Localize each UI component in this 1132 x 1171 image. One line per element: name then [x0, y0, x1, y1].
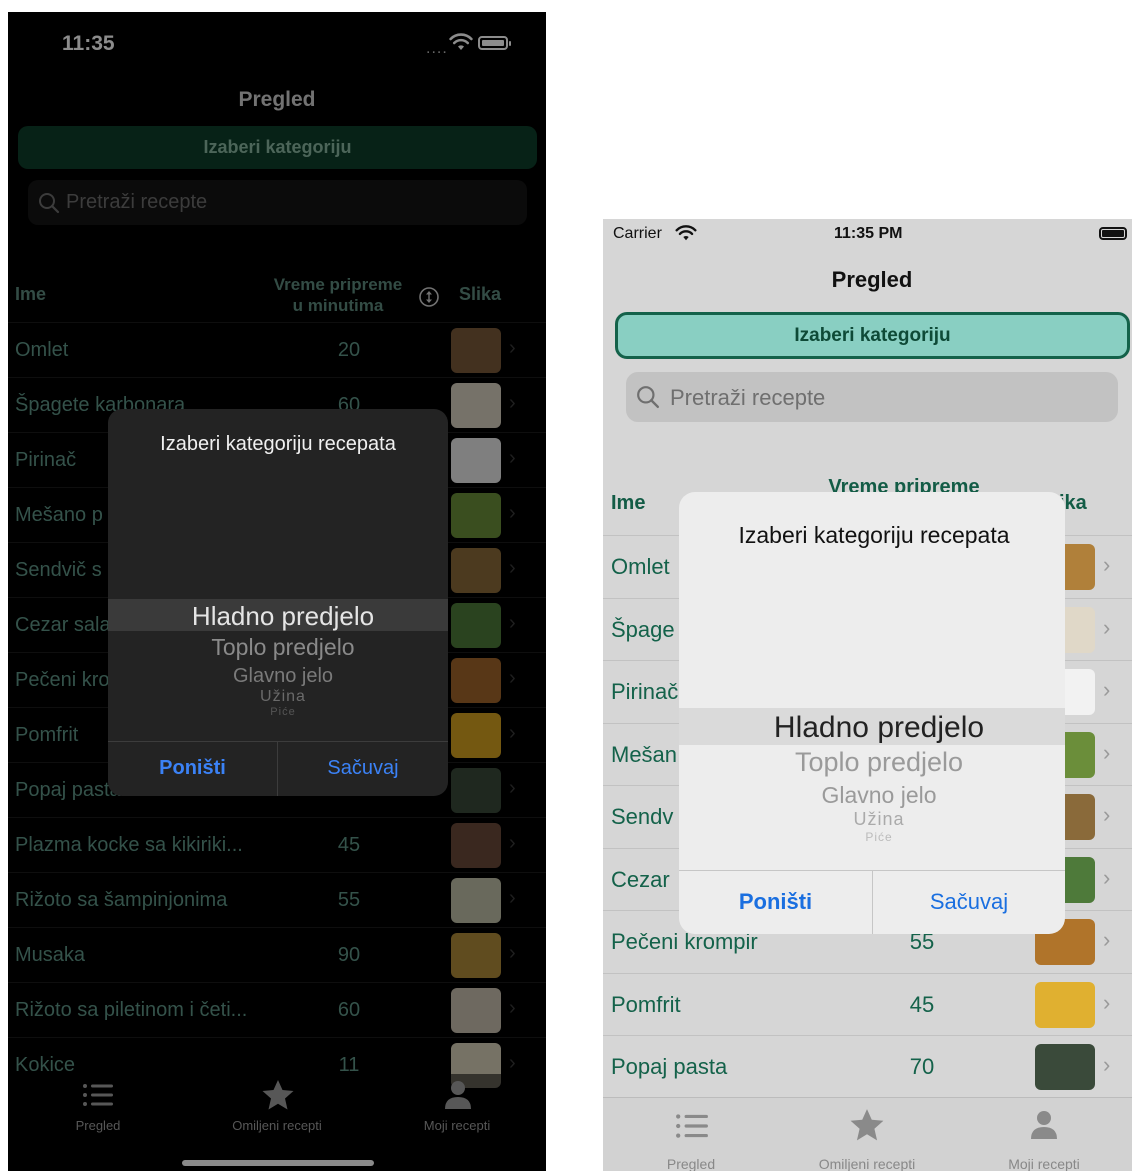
tab-label: Pregled: [666, 1156, 716, 1171]
recipe-minutes: 70: [909, 1054, 935, 1079]
recipe-name: Pirinač: [611, 679, 679, 704]
category-picker-alert: Izaberi kategoriju recepata Hladno predj…: [108, 409, 448, 796]
star-icon: [849, 1108, 885, 1142]
recipe-name: Pomfrit: [611, 991, 681, 1017]
search-bar[interactable]: Pretraži recepte: [626, 372, 1118, 422]
alert-title: Izaberi kategoriju recepata: [738, 522, 1010, 548]
cancel-button[interactable]: Poništi: [679, 870, 872, 934]
chevron-right-icon: ›: [1103, 1052, 1111, 1077]
status-time: 11:35 PM: [834, 225, 903, 242]
chevron-right-icon: ›: [1103, 739, 1111, 765]
person-icon: [444, 1080, 472, 1110]
tab-label: Omiljeni recepti: [818, 1156, 916, 1171]
cancel-button[interactable]: Poništi: [108, 741, 277, 796]
recipe-thumbnail: [1035, 981, 1095, 1028]
tab-label: Moji recepti: [1008, 1156, 1080, 1171]
search-icon: [636, 385, 660, 409]
tab-bar: Pregled Omiljeni recepti Moji recepti: [8, 1074, 546, 1171]
recipe-thumbnail: [1035, 1044, 1095, 1090]
recipe-minutes: 45: [909, 991, 935, 1017]
picker-option[interactable]: Piće: [108, 706, 448, 718]
tab-bar: Pregled Omiljeni recepti Moji recepti: [603, 1097, 1132, 1171]
tab-label: Pregled: [75, 1118, 121, 1133]
picker-option[interactable]: Toplo predjelo: [679, 747, 1065, 778]
chevron-right-icon: ›: [1103, 552, 1111, 577]
dark-phone-screen: 11:35 .... Pregled Izaberi kategoriju Pr…: [8, 12, 546, 1171]
star-icon: [261, 1079, 295, 1111]
chevron-right-icon: ›: [1103, 864, 1111, 890]
page-title: Pregled: [831, 267, 913, 292]
column-header-name[interactable]: Ime: [611, 492, 645, 515]
picker-option-selected[interactable]: Hladno predjelo: [679, 711, 1065, 745]
recipe-name: Mešan: [611, 741, 678, 767]
picker-option[interactable]: Glavno jelo: [679, 782, 1065, 809]
save-button[interactable]: Sačuvaj: [873, 870, 1065, 934]
person-icon: [1030, 1110, 1058, 1140]
light-phone-screen: Carrier 11:35 PM Pregled Izaberi kategor…: [603, 219, 1132, 1171]
home-indicator: [182, 1160, 374, 1166]
picker-option[interactable]: Piće: [679, 830, 1065, 844]
picker-option[interactable]: Užina: [679, 809, 1065, 830]
recipe-name: Omlet: [611, 554, 670, 579]
wifi-icon: [675, 224, 697, 242]
choose-category-button[interactable]: Izaberi kategoriju: [615, 312, 1130, 359]
alert-title: Izaberi kategoriju recepata: [160, 433, 396, 455]
category-picker-alert: Izaberi kategoriju recepata Hladno predj…: [679, 492, 1065, 934]
recipe-name: Sendv: [611, 804, 674, 829]
carrier-label: Carrier: [613, 225, 662, 242]
list-icon: [82, 1082, 114, 1108]
battery-icon: [1099, 227, 1127, 240]
search-placeholder: Pretraži recepte: [670, 385, 826, 410]
table-row[interactable]: Popaj pasta 70 ›: [603, 1035, 1132, 1098]
save-button[interactable]: Sačuvaj: [278, 741, 448, 796]
picker-option[interactable]: Užina: [108, 688, 448, 706]
picker-option[interactable]: Glavno jelo: [108, 665, 448, 688]
recipe-name: Špage: [611, 616, 675, 642]
tab-label: Moji recepti: [423, 1118, 491, 1133]
tab-label: Omiljeni recepti: [232, 1118, 322, 1133]
chevron-right-icon: ›: [1103, 989, 1111, 1015]
recipe-name: Cezar: [611, 866, 670, 892]
chevron-right-icon: ›: [1103, 927, 1111, 952]
recipe-name: Popaj pasta: [611, 1054, 728, 1079]
chevron-right-icon: ›: [1103, 614, 1111, 640]
chevron-right-icon: ›: [1103, 677, 1111, 702]
table-row[interactable]: Pomfrit 45 ›: [603, 972, 1132, 1036]
chevron-right-icon: ›: [1103, 802, 1111, 827]
picker-option-selected[interactable]: Hladno predjelo: [108, 601, 448, 632]
list-icon: [675, 1112, 709, 1140]
picker-option[interactable]: Toplo predjelo: [108, 634, 448, 661]
